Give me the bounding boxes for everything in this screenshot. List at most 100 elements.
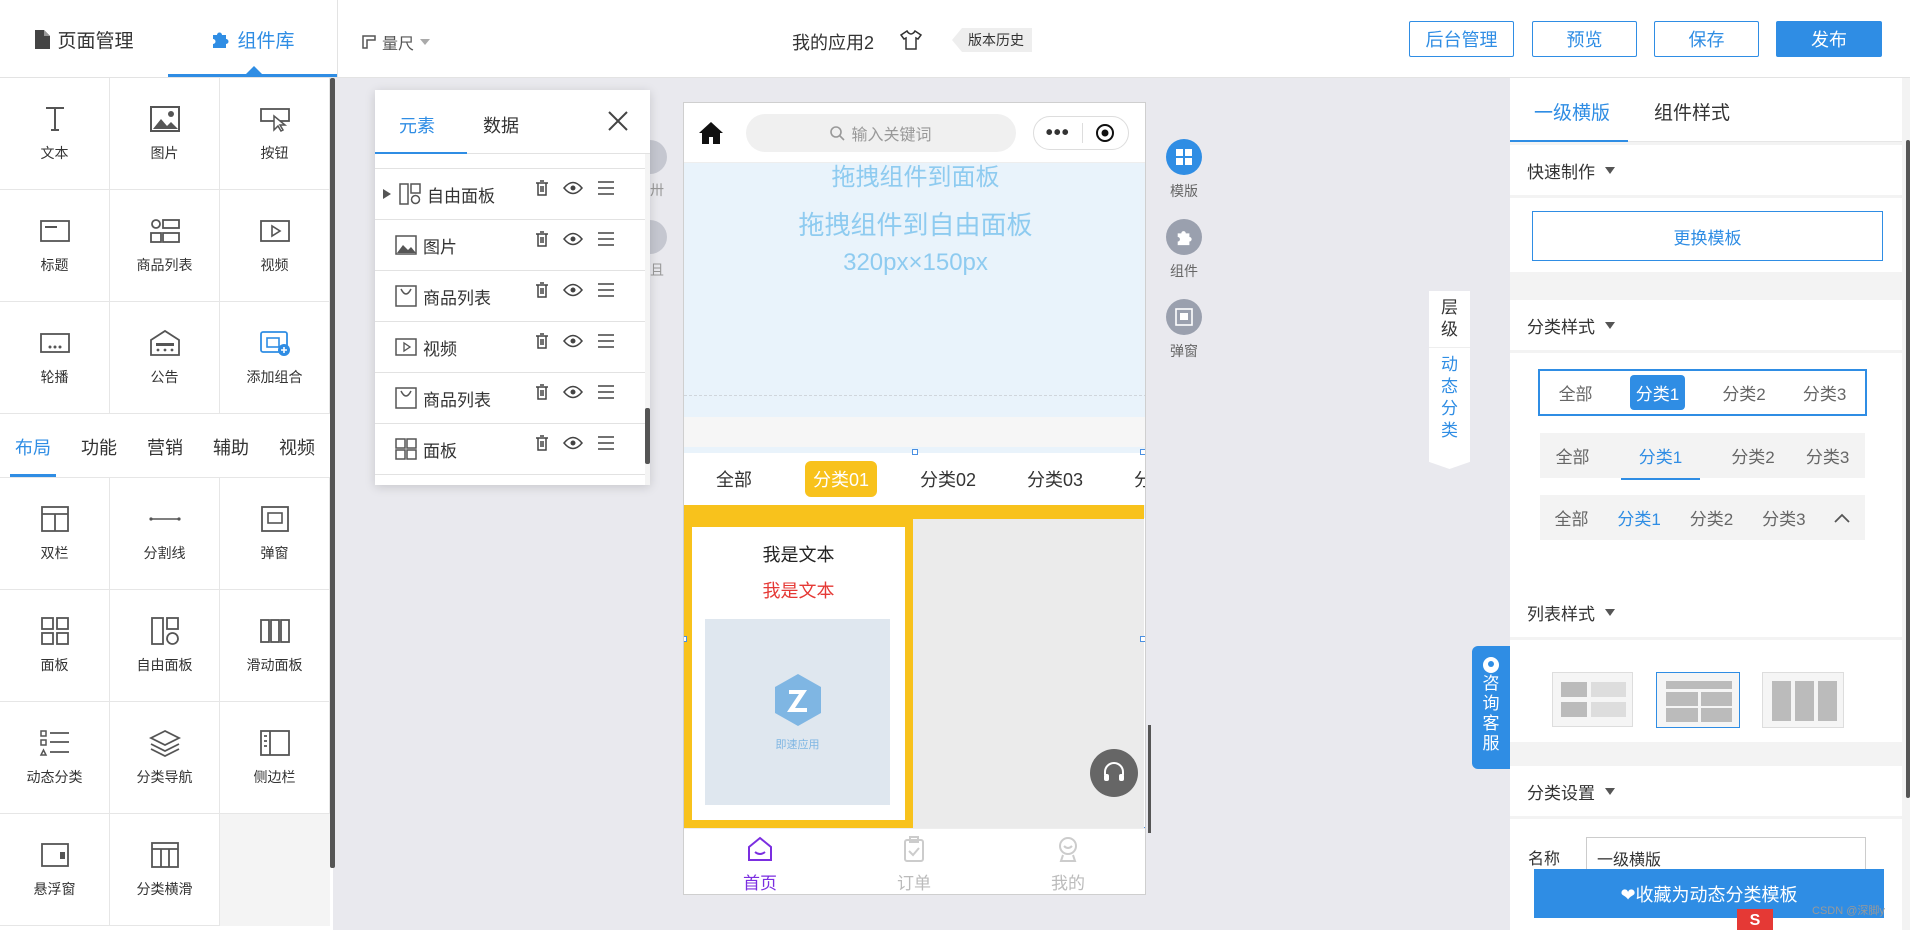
component-image[interactable]: 图片 (110, 78, 220, 190)
save-button[interactable]: 保存 (1654, 21, 1759, 57)
goods-card[interactable]: 我是文本 我是文本 即速应用 (684, 509, 913, 828)
category-tab-layout[interactable]: 布局 (0, 416, 66, 478)
component-button[interactable]: 按钮 (220, 78, 330, 190)
consult-service-button[interactable]: 咨 询 客 服 (1472, 646, 1510, 769)
component-video[interactable]: 视频 (220, 190, 330, 302)
shirt-icon[interactable] (900, 30, 922, 50)
search-bar[interactable]: 输入关键词 (746, 114, 1016, 152)
layer-tab[interactable]: 层 级 (1429, 297, 1470, 348)
category-tab[interactable]: 分 (1134, 466, 1145, 492)
chevron-up-icon[interactable] (1834, 513, 1851, 523)
bottom-nav-mine[interactable]: 我的 (1032, 835, 1104, 894)
trash-icon[interactable] (535, 333, 549, 349)
list-style-option-1[interactable] (1552, 672, 1633, 727)
preview-button[interactable]: 预览 (1532, 21, 1637, 57)
ruler-dropdown[interactable]: 量尺 (362, 30, 431, 54)
resize-handle[interactable] (912, 449, 918, 455)
eye-icon[interactable] (563, 232, 583, 246)
category-tab-video[interactable]: 视频 (264, 416, 330, 478)
close-icon[interactable] (607, 110, 629, 132)
eye-icon[interactable] (563, 385, 583, 399)
component-dynamic-category[interactable]: 动态分类 (0, 702, 110, 814)
bottom-nav-orders[interactable]: 订单 (878, 835, 950, 894)
trash-icon[interactable] (535, 384, 549, 400)
section-quick-make[interactable]: 快速制作 (1510, 145, 1902, 195)
drag-handle-icon[interactable] (597, 180, 615, 196)
close-mini-icon[interactable] (1082, 123, 1128, 143)
drag-handle-icon[interactable] (597, 435, 615, 451)
resize-handle[interactable] (1140, 449, 1145, 455)
category-tab-marketing[interactable]: 营销 (132, 416, 198, 478)
drag-handle-icon[interactable] (597, 333, 615, 349)
section-list-style[interactable]: 列表样式 (1510, 587, 1902, 637)
component-add-group[interactable]: 添加组合 (220, 302, 330, 414)
tool-component[interactable]: 组件 (1162, 219, 1206, 281)
component-popup[interactable]: 弹窗 (220, 478, 330, 590)
capsule-menu[interactable]: ••• (1033, 116, 1129, 150)
name-input[interactable]: 一级横版 (1586, 837, 1866, 873)
section-category-settings[interactable]: 分类设置 (1510, 766, 1902, 816)
eye-icon[interactable] (563, 283, 583, 297)
category-tab[interactable]: 全部 (716, 466, 752, 492)
section-category-style[interactable]: 分类样式 (1510, 300, 1902, 350)
bottom-nav-home[interactable]: 首页 (724, 835, 796, 894)
input-method-icon[interactable]: S (1737, 909, 1773, 930)
style-option-2[interactable]: 全部 分类1 分类2 分类3 (1540, 433, 1865, 480)
expand-caret-icon[interactable] (383, 189, 391, 199)
component-carousel[interactable]: 轮播 (0, 302, 110, 414)
component-two-column[interactable]: 双栏 (0, 478, 110, 590)
tab-elements[interactable]: 元素 (399, 112, 435, 138)
trash-icon[interactable] (535, 282, 549, 298)
list-style-option-2[interactable] (1656, 672, 1740, 728)
tool-template[interactable]: 模版 (1162, 139, 1206, 201)
category-tab-function[interactable]: 功能 (66, 416, 132, 478)
list-style-option-3[interactable] (1762, 672, 1844, 728)
headset-float-button[interactable] (1090, 749, 1138, 797)
drag-handle-icon[interactable] (597, 282, 615, 298)
component-notice[interactable]: 公告 (110, 302, 220, 414)
home-icon[interactable] (698, 121, 724, 145)
component-category-nav[interactable]: 分类导航 (110, 702, 220, 814)
category-tab-assist[interactable]: 辅助 (198, 416, 264, 478)
component-goods-list[interactable]: 商品列表 (110, 190, 220, 302)
tab-template-type[interactable]: 一级横版 (1534, 98, 1610, 125)
publish-button[interactable]: 发布 (1776, 21, 1882, 57)
style-option-1[interactable]: 全部 分类1 分类2 分类3 (1538, 369, 1867, 416)
dynamic-category-tab[interactable]: 动 态 分 类 (1441, 348, 1458, 442)
trash-icon[interactable] (535, 180, 549, 196)
component-float-window[interactable]: 悬浮窗 (0, 814, 110, 926)
category-tab[interactable]: 分类03 (1027, 466, 1083, 492)
version-history-button[interactable]: 版本历史 (952, 28, 1032, 52)
component-panel-item[interactable]: 面板 (0, 590, 110, 702)
resize-handle[interactable] (684, 636, 687, 642)
tab-page-manage[interactable]: 页面管理 (0, 0, 168, 78)
element-list-scrollbar[interactable] (645, 408, 650, 464)
category-tab-active[interactable]: 分类01 (805, 461, 877, 497)
eye-icon[interactable] (563, 334, 583, 348)
tab-data[interactable]: 数据 (483, 112, 519, 138)
component-divider[interactable]: 分割线 (110, 478, 220, 590)
puzzle-icon (1166, 219, 1202, 255)
component-slide-panel[interactable]: 滑动面板 (220, 590, 330, 702)
drag-handle-icon[interactable] (597, 384, 615, 400)
tab-component-style[interactable]: 组件样式 (1654, 98, 1730, 125)
resize-handle[interactable] (1140, 636, 1145, 642)
style-option-3[interactable]: 全部 分类1 分类2 分类3 (1540, 495, 1865, 540)
replace-template-button[interactable]: 更换模板 (1532, 211, 1883, 261)
eye-icon[interactable] (563, 436, 583, 450)
admin-button[interactable]: 后台管理 (1409, 21, 1514, 57)
right-panel-scrollbar[interactable] (1906, 140, 1910, 798)
trash-icon[interactable] (535, 435, 549, 451)
component-free-panel[interactable]: 自由面板 (110, 590, 220, 702)
more-icon[interactable]: ••• (1034, 122, 1082, 145)
category-tab[interactable]: 分类02 (920, 466, 976, 492)
tool-popup[interactable]: 弹窗 (1162, 299, 1206, 361)
component-category-slide[interactable]: 分类横滑 (110, 814, 220, 926)
drag-handle-icon[interactable] (597, 231, 615, 247)
component-sidebar[interactable]: 侧边栏 (220, 702, 330, 814)
eye-icon[interactable] (563, 181, 583, 195)
component-text[interactable]: 文本 (0, 78, 110, 190)
trash-icon[interactable] (535, 231, 549, 247)
component-heading[interactable]: 标题 (0, 190, 110, 302)
canvas-scrollbar[interactable] (1148, 725, 1151, 833)
